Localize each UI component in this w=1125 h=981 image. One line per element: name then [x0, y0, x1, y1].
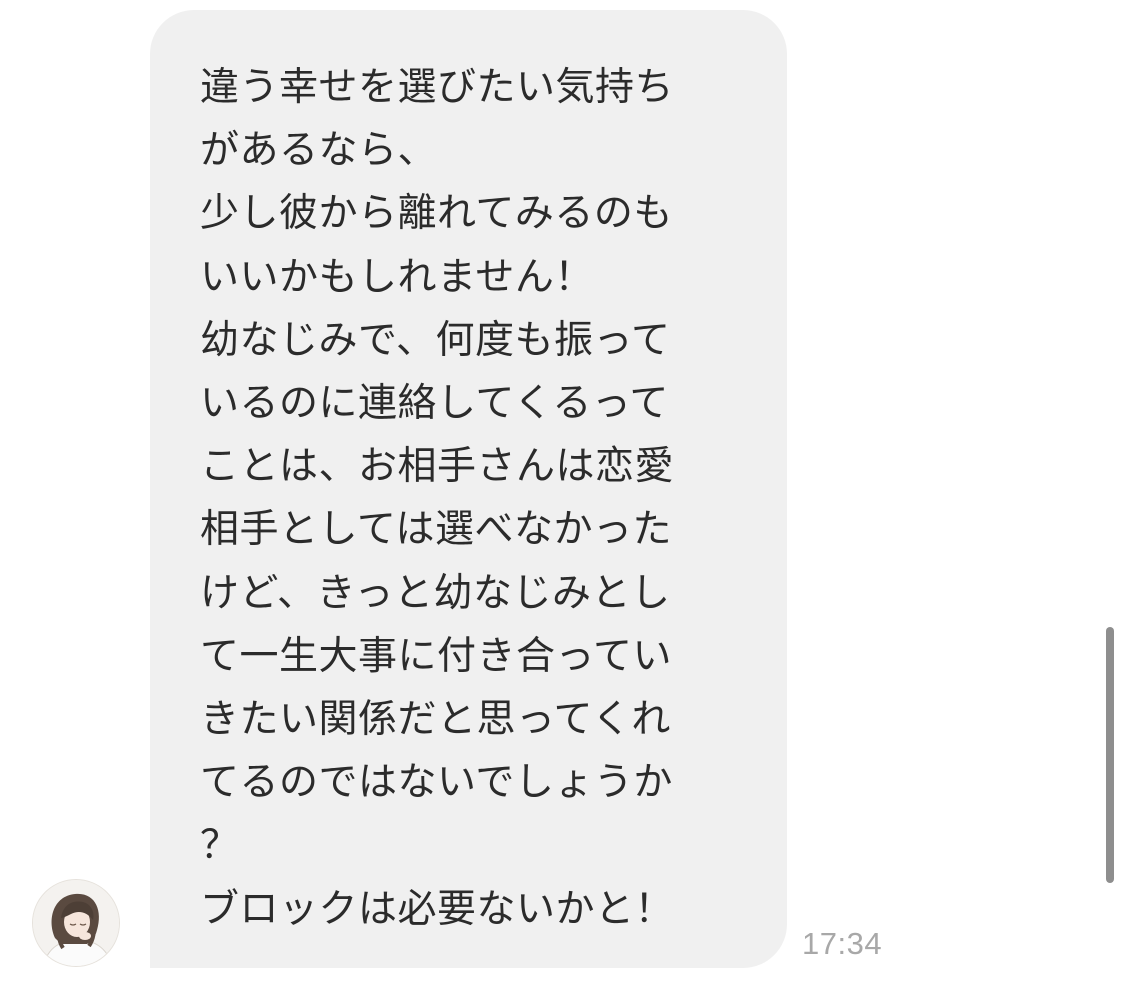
message-line: 違う幸せを選びたい気持ち	[200, 65, 675, 110]
chat-screen: 違う幸せを選びたい気持ち があるなら、 少し彼から離れてみるのも いいかもしれま…	[0, 0, 1125, 981]
message-line: いるのに連絡してくるって	[200, 381, 669, 427]
message-line: て一生大事に付き合ってい	[200, 633, 673, 679]
message-line: ブロックは必要ないかと！	[200, 886, 675, 932]
message-line: 相手としては選べなかった	[200, 507, 673, 553]
user-avatar-illustration-icon	[33, 880, 119, 966]
message-line: てるのではないでしょうか	[200, 760, 673, 806]
message-line: ？	[200, 823, 240, 869]
message-line: 幼なじみで、何度も振って	[200, 317, 671, 363]
message-line: きたい関係だと思ってくれ	[200, 697, 671, 743]
message-bubble[interactable]: 違う幸せを選びたい気持ち があるなら、 少し彼から離れてみるのも いいかもしれま…	[150, 10, 787, 968]
message-line: ことは、お相手さんは恋愛	[200, 444, 675, 490]
message-line: 少し彼から離れてみるのも	[200, 191, 673, 237]
scrollbar-thumb[interactable]	[1106, 627, 1114, 883]
message-timestamp: 17:34	[802, 926, 883, 961]
message-line: があるなら、	[200, 128, 438, 174]
message-line: けど、きっと幼なじみとし	[200, 570, 671, 616]
sender-avatar[interactable]	[32, 879, 120, 967]
message-line: いいかもしれません！	[200, 254, 594, 300]
